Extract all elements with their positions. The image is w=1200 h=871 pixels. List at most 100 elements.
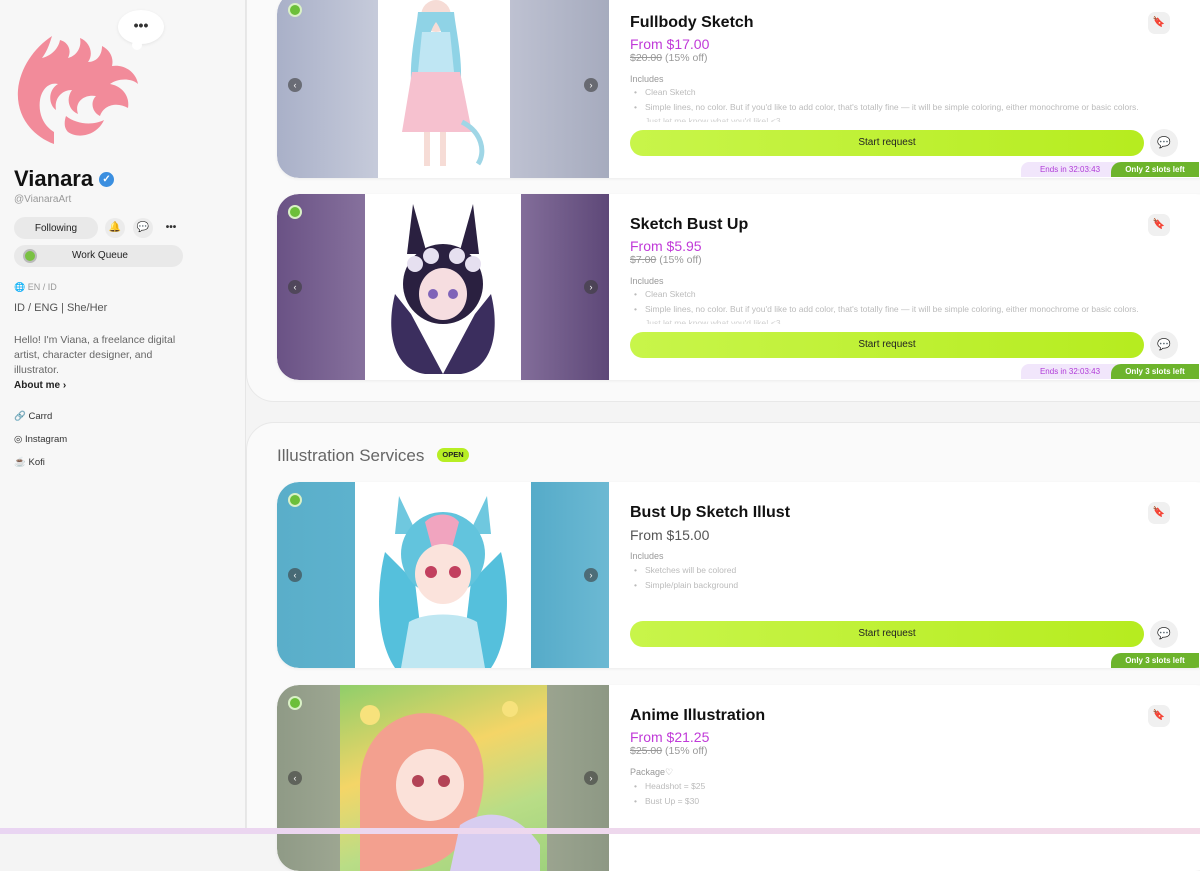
carousel-next-icon[interactable]: › <box>584 568 598 582</box>
start-request-button[interactable]: Start request <box>630 130 1144 156</box>
ends-in-timer: Ends in 32:03:43 <box>1021 162 1119 177</box>
globe-icon: 🌐 <box>14 282 26 292</box>
artwork-bustup <box>365 194 521 380</box>
instagram-icon: ◎ <box>14 434 23 445</box>
bookmark-icon[interactable]: 🔖 <box>1148 705 1170 727</box>
message-icon[interactable]: 💬 <box>133 218 153 238</box>
carousel-prev-icon[interactable]: ‹ <box>288 568 302 582</box>
slots-left-badge: Only 3 slots left <box>1111 653 1199 668</box>
languages-pronouns: ID / ENG | She/Her <box>14 302 108 314</box>
verified-icon: ✓ <box>99 171 115 187</box>
artwork-anime-illustration <box>340 685 547 871</box>
shield-check-icon <box>288 696 302 710</box>
section-title: Illustration Services <box>277 446 425 465</box>
old-price-value: $25.00 <box>630 745 663 757</box>
service-title: Bust Up Sketch Illust <box>630 504 791 521</box>
discount-label: (15% off) <box>659 254 702 266</box>
profile-handle: @VianaraArt <box>14 194 72 205</box>
link-carrd-label: Carrd <box>28 411 53 422</box>
bubble-tail <box>132 40 142 50</box>
include-item: Clean Sketch <box>634 87 695 97</box>
slots-left-badge: Only 2 slots left <box>1111 162 1199 177</box>
service-card: ‹ › Bust Up Sketch Illust From $15.00 In… <box>277 482 1200 668</box>
include-item: Bust Up = $30 <box>634 796 699 806</box>
service-card: ‹ › Sketch Bust Up From $5.95 $7.00 (15%… <box>277 194 1200 380</box>
chat-icon[interactable]: 💬 <box>1150 620 1178 648</box>
include-item: Clean Sketch <box>634 289 695 299</box>
bottom-bar <box>0 828 1200 834</box>
slots-left-badge: Only 3 slots left <box>1111 364 1199 379</box>
service-image-carousel[interactable]: ‹ › <box>277 194 609 380</box>
service-price: From $17.00 <box>630 36 710 52</box>
link-icon: 🔗 <box>14 411 26 422</box>
character-art-icon <box>379 496 507 668</box>
include-item: Sketches will be colored <box>634 565 736 575</box>
start-request-button[interactable]: Start request <box>630 621 1144 647</box>
service-image-carousel[interactable]: ‹ › <box>277 0 609 178</box>
work-queue-button[interactable]: Work Queue <box>14 245 183 267</box>
old-price-value: $20.00 <box>630 52 663 64</box>
chat-icon[interactable]: 💬 <box>1150 129 1178 157</box>
character-art-icon <box>402 0 485 166</box>
include-item: Simple/plain background <box>634 580 738 590</box>
carousel-next-icon[interactable]: › <box>584 78 598 92</box>
service-old-price: $7.00 (15% off) <box>630 254 702 266</box>
link-instagram[interactable]: ◎ Instagram <box>14 434 67 445</box>
language-codes: 🌐 EN / ID <box>14 282 57 293</box>
profile-name: Vianara <box>14 166 94 191</box>
old-price-value: $7.00 <box>630 254 657 266</box>
carousel-next-icon[interactable]: › <box>584 280 598 294</box>
service-image-carousel[interactable]: ‹ › <box>277 685 609 871</box>
start-request-button[interactable]: Start request <box>630 332 1144 358</box>
bookmark-icon[interactable]: 🔖 <box>1148 502 1170 524</box>
profile-menu-button[interactable]: ••• <box>118 10 164 44</box>
following-button[interactable]: Following <box>14 217 98 239</box>
include-item: Just let me know what you'd like! <3 <box>645 116 781 122</box>
bookmark-icon[interactable]: 🔖 <box>1148 12 1170 34</box>
includes-label: Includes <box>630 74 664 84</box>
includes-label: Includes <box>630 551 664 561</box>
link-carrd[interactable]: 🔗 Carrd <box>14 411 52 422</box>
link-kofi-label: Kofi <box>28 457 45 468</box>
service-price: From $15.00 <box>630 527 710 543</box>
service-title: Anime Illustration <box>630 707 766 724</box>
include-item: Simple lines, no color. But if you'd lik… <box>634 102 1139 112</box>
shield-check-icon <box>288 3 302 17</box>
service-price: From $5.95 <box>630 238 702 254</box>
link-instagram-label: Instagram <box>24 434 68 445</box>
artist-logo <box>17 36 139 144</box>
carousel-prev-icon[interactable]: ‹ <box>288 78 302 92</box>
carousel-next-icon[interactable]: › <box>584 771 598 785</box>
link-kofi[interactable]: ☕ Kofi <box>14 457 45 468</box>
carousel-prev-icon[interactable]: ‹ <box>288 280 302 294</box>
work-queue-label: Work Queue <box>72 250 128 261</box>
service-title: Fullbody Sketch <box>630 14 754 31</box>
chat-icon[interactable]: 💬 <box>1150 331 1178 359</box>
carousel-prev-icon[interactable]: ‹ <box>288 771 302 785</box>
shield-check-icon <box>288 493 302 507</box>
include-item: Just let me know what you'd like! <3 <box>645 318 781 324</box>
service-image-carousel[interactable]: ‹ › <box>277 482 609 668</box>
service-card: ‹ › Anime Illustration From $21.25 $25.0… <box>277 685 1200 871</box>
language-codes-text: EN / ID <box>27 282 57 292</box>
profile-bio: Hello! I'm Viana, a freelance digital ar… <box>14 334 176 376</box>
service-card: ‹ › Fullbody Sketch From $17.00 $20.00 (… <box>277 0 1200 178</box>
character-art-icon <box>360 701 540 871</box>
shield-check-icon <box>288 205 302 219</box>
artwork-bustup-illust <box>355 482 531 668</box>
service-old-price: $25.00 (15% off) <box>630 745 707 757</box>
discount-label: (15% off) <box>665 52 708 64</box>
artwork-fullbody <box>378 0 510 178</box>
status-dot-icon <box>23 249 37 263</box>
about-me-link[interactable]: About me › <box>14 380 66 391</box>
discount-label: (15% off) <box>665 745 708 757</box>
bell-icon[interactable]: 🔔 <box>105 218 125 238</box>
include-item: Simple lines, no color. But if you'd lik… <box>634 304 1139 314</box>
includes-label: Includes <box>630 276 664 286</box>
status-badge: OPEN <box>437 448 469 462</box>
include-item: Headshot = $25 <box>634 781 705 791</box>
more-icon[interactable]: ••• <box>161 218 181 238</box>
service-price: From $21.25 <box>630 729 710 745</box>
bookmark-icon[interactable]: 🔖 <box>1148 214 1170 236</box>
kofi-icon: ☕ <box>14 457 26 468</box>
